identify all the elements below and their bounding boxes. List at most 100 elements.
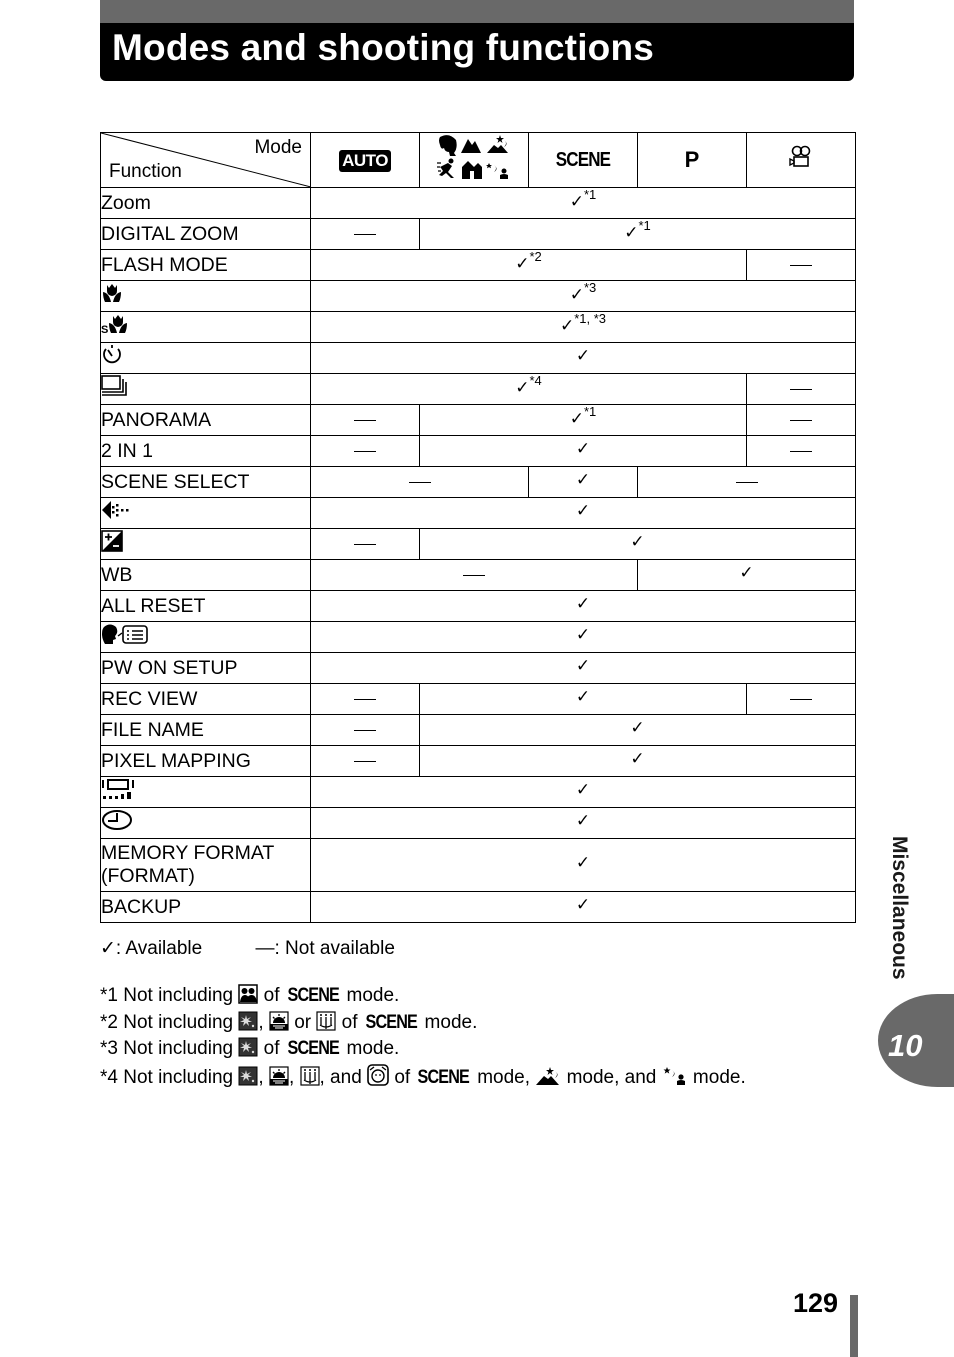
fireworks-icon (238, 1011, 258, 1038)
table-row: ✓*3 (100, 280, 856, 312)
fireworks-icon (238, 1066, 258, 1093)
dash-mark (354, 760, 376, 763)
footnote-text: , (258, 1011, 269, 1033)
not-available-cell (637, 466, 856, 498)
page-number: 129 (793, 1288, 839, 1318)
function-label: PW ON SETUP (101, 656, 238, 679)
indoor-icon (462, 161, 482, 179)
function-label: FLASH MODE (101, 253, 228, 276)
function-label: WB (101, 563, 133, 586)
available-cell: ✓ (310, 621, 856, 653)
footnote-text: mode, (471, 1066, 536, 1088)
available-cell: ✓ (419, 745, 856, 777)
table-row: SCENE SELECT ✓ (100, 466, 856, 498)
table-header-row: Mode Function AUTO SCENE P (100, 132, 856, 188)
language-icon (101, 623, 153, 651)
chapter-tab: 10 (878, 994, 954, 1087)
function-cell: ALL RESET (100, 590, 311, 622)
check-mark-icon: ✓ (575, 779, 591, 800)
function-label: REC VIEW (101, 687, 198, 710)
function-cell: BACKUP (100, 891, 311, 923)
sunset-icon (269, 1065, 289, 1093)
dash-mark (354, 419, 376, 422)
exposure-compensation-icon (101, 530, 123, 558)
table-row: Zoom ✓*1 (100, 187, 856, 219)
not-available-cell (310, 218, 420, 250)
table-row: ✓ (100, 528, 856, 560)
check-mark-icon: ✓ (569, 284, 584, 305)
function-cell: MEMORY FORMAT (FORMAT) (100, 838, 311, 892)
two-in-one-portrait-icon (238, 984, 259, 1011)
footnote-note-3: *3 Not including of SCENE mode. (100, 1037, 746, 1064)
page-edge-bar (850, 1295, 858, 1357)
dash-mark (790, 419, 812, 422)
scene-mode-icon: SCENE (417, 1066, 470, 1088)
footnote-text: of (389, 1066, 416, 1088)
function-cell (100, 342, 311, 374)
dash-mark (354, 729, 376, 732)
footnote-ref: *3 (583, 280, 597, 296)
footnote-note-2: *2 Not including , or of SCENE mode. (100, 1010, 746, 1038)
available-cell: ✓*1, *3 (310, 311, 856, 343)
function-label: PIXEL MAPPING (101, 749, 251, 772)
function-label: BACKUP (101, 895, 182, 918)
mode-header-program: P (637, 132, 747, 188)
table-row: ✓ (100, 497, 856, 529)
table-row: FLASH MODE ✓*2 (100, 249, 856, 281)
available-cell: ✓ (419, 714, 856, 746)
auto-mode-icon: AUTO (339, 149, 391, 172)
monitor-brightness-icon (101, 778, 135, 806)
footnote-text: , (258, 1066, 269, 1088)
available-cell: ✓ (419, 435, 747, 467)
table-row: PW ON SETUP ✓ (100, 652, 856, 684)
scene-mode-icon: SCENE (287, 985, 339, 1006)
function-label: ALL RESET (101, 594, 206, 617)
function-cell (100, 528, 311, 560)
dash-mark (463, 574, 485, 577)
available-cell: ✓ (637, 559, 856, 591)
check-mark-icon: ✓ (575, 593, 591, 614)
check-mark-icon: ✓ (575, 852, 591, 873)
available-cell: ✓ (310, 891, 856, 923)
function-label: 2 IN 1 (101, 439, 154, 462)
modes-functions-table: Mode Function AUTO SCENE P Zoom ✓*1 DIGI… (100, 132, 856, 923)
dash-mark (408, 481, 431, 484)
table-row: DIGITAL ZOOM ✓*1 (100, 218, 856, 250)
footnote-text: , (288, 1066, 300, 1088)
footnote-text: , and (319, 1066, 368, 1088)
super-macro-icon: S (101, 314, 129, 340)
function-label: FILE NAME (101, 718, 204, 741)
available-cell: ✓*3 (310, 280, 856, 312)
footnote-text: mode. (419, 1011, 478, 1033)
footnote-text: of (258, 1038, 285, 1059)
header-bar (100, 0, 854, 23)
svg-text:S: S (101, 324, 108, 334)
footnote-note-4: *4 Not including , , , and of SCENE mode… (100, 1063, 746, 1093)
available-cell: ✓ (419, 528, 856, 560)
footnote-ref: *1 (638, 218, 651, 234)
mode-header-movie (746, 132, 856, 188)
check-mark-icon: ✓ (575, 469, 591, 490)
night-scene-icon (535, 1066, 561, 1093)
mode-axis-label: Mode (254, 137, 302, 158)
candle-icon (316, 1010, 336, 1038)
dash-mark (790, 388, 812, 391)
not-available-cell (310, 435, 420, 467)
available-cell: ✓*1 (310, 187, 856, 219)
available-cell: ✓ (310, 342, 856, 374)
function-cell: SCENE SELECT (100, 466, 311, 498)
function-cell: DIGITAL ZOOM (100, 218, 311, 250)
footnote-text: mode, and (561, 1066, 662, 1088)
function-cell: FLASH MODE (100, 249, 311, 281)
check-mark-icon: ✓ (575, 655, 591, 676)
image-quality-icon (101, 500, 131, 526)
function-axis-label: Function (109, 161, 182, 182)
function-label: (FORMAT) (101, 865, 195, 887)
check-mark-icon: ✓ (630, 748, 645, 769)
footnote-text: mode. (341, 1038, 400, 1059)
candle-icon (299, 1065, 320, 1093)
legend: ✓: Available —: Not available (100, 937, 443, 960)
footnote-ref: *1 (583, 404, 597, 420)
not-available-cell (746, 683, 856, 715)
sport-icon (437, 158, 454, 178)
